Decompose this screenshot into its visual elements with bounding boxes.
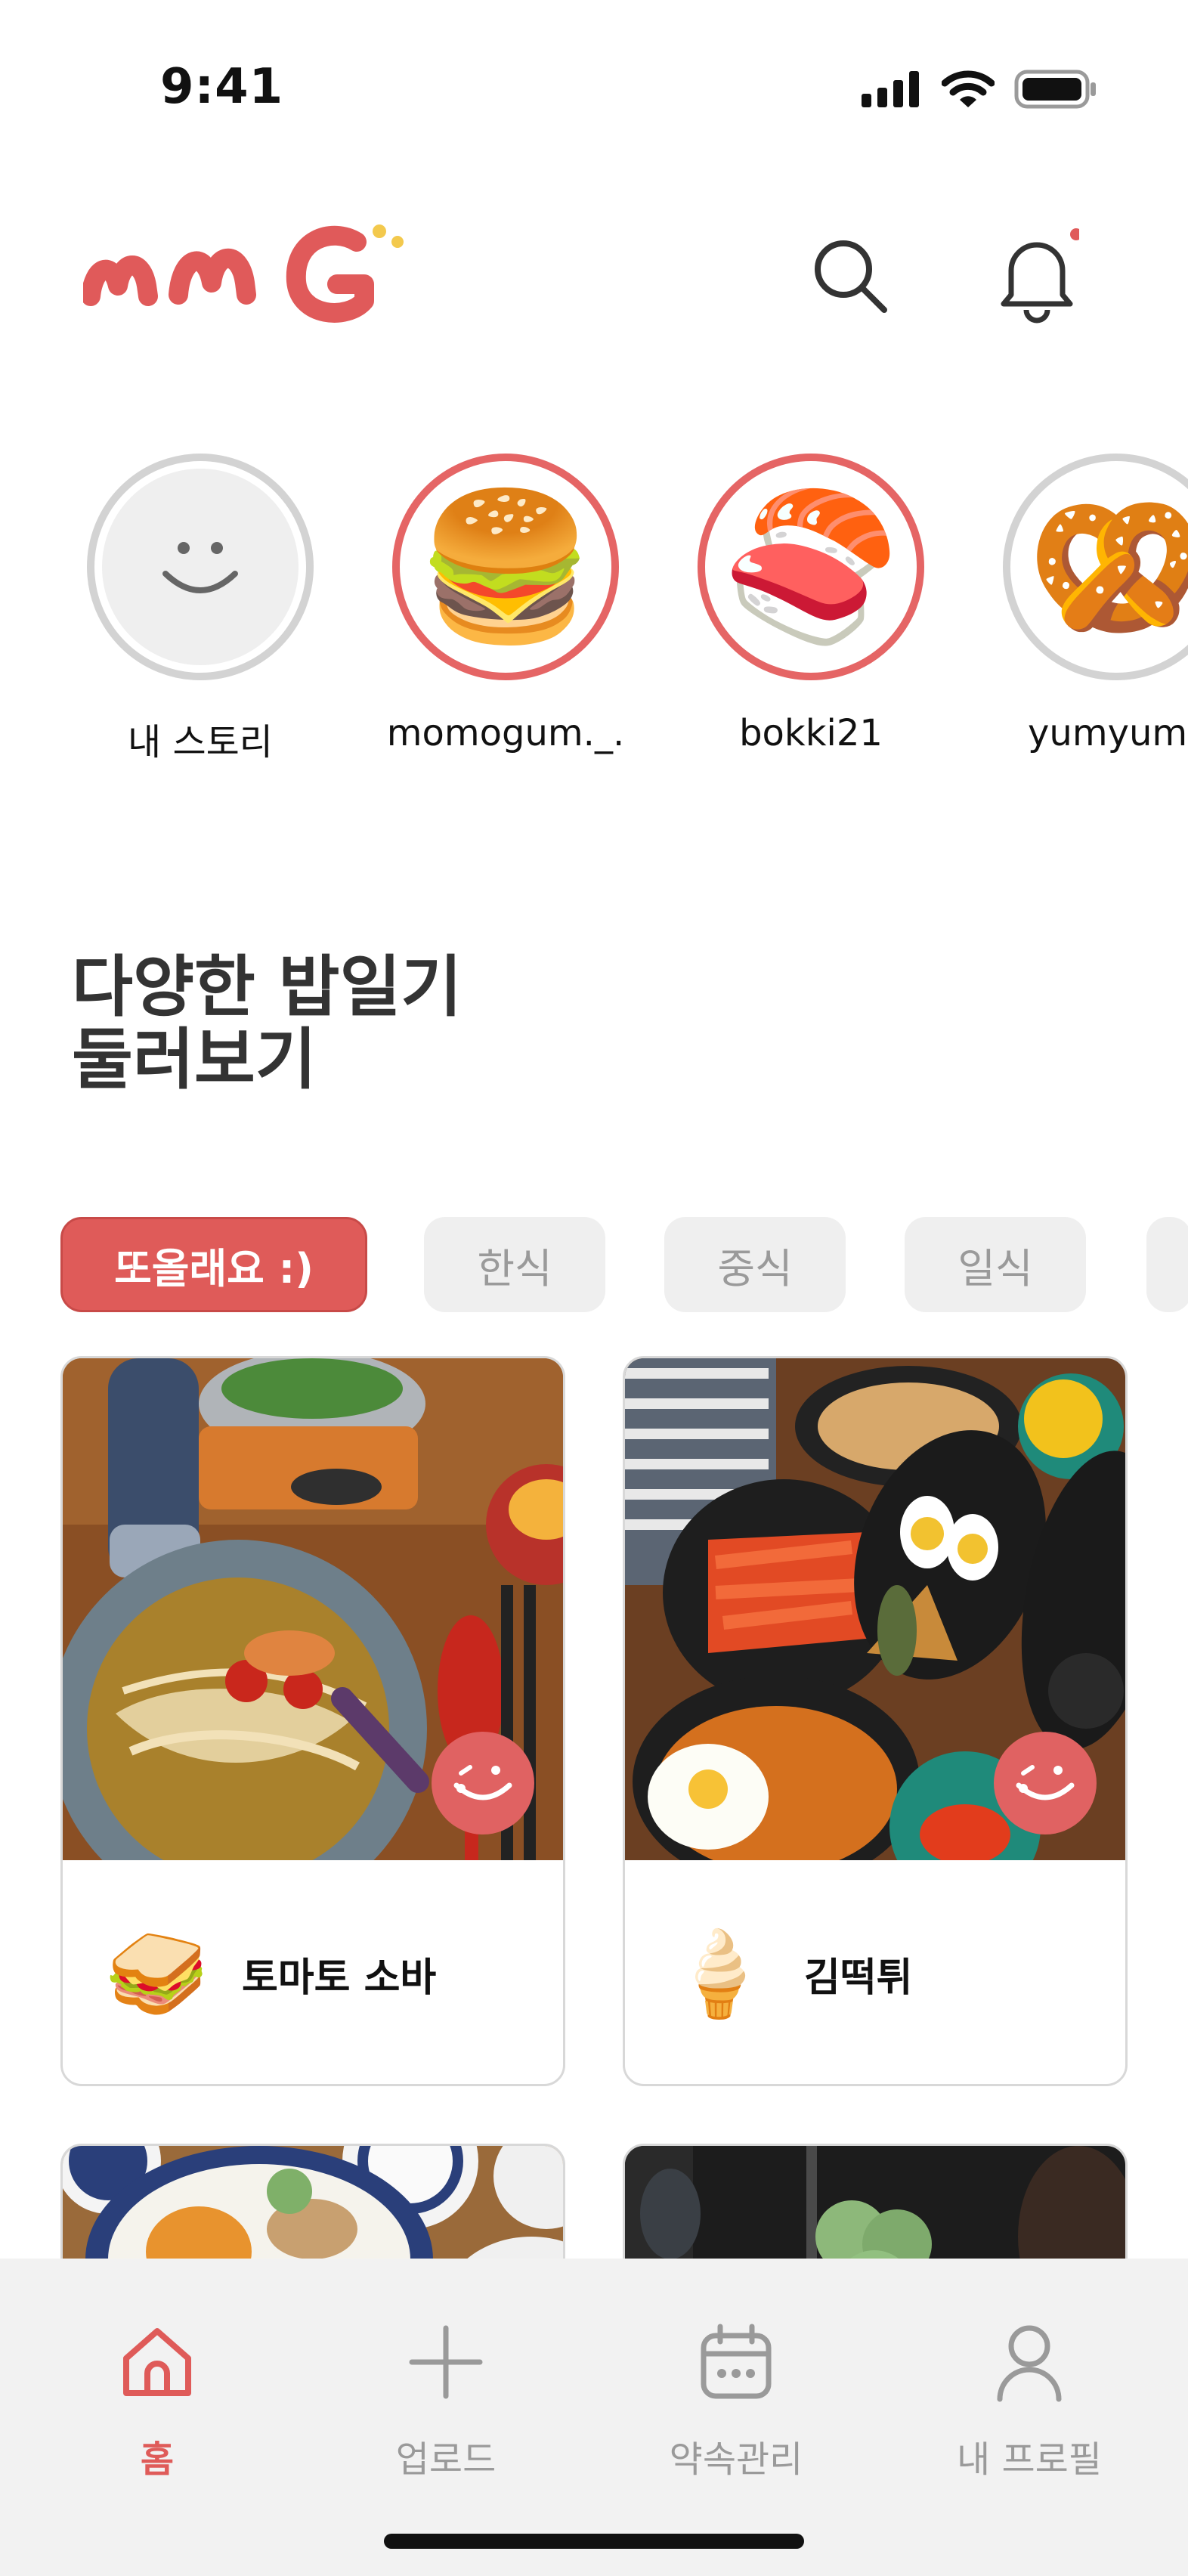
ice-cream-icon: 🍦	[667, 1925, 771, 2022]
story-avatar: 🥨	[1018, 469, 1188, 665]
story-item-my-story[interactable]: 내 스토리	[76, 454, 325, 765]
tab-label: 약속관리	[669, 2438, 803, 2481]
story-avatar: 🍣	[713, 469, 909, 665]
tab-profile[interactable]: 내 프로필	[923, 2321, 1135, 2482]
battery-icon	[1014, 70, 1096, 109]
tab-label: 홈	[140, 2438, 175, 2481]
story-item-bokki21[interactable]: 🍣 bokki21	[686, 454, 936, 754]
section-title: 다양한 밥일기 둘러보기	[72, 948, 463, 1098]
home-indicator	[384, 2534, 804, 2549]
tab-label: 업로드	[395, 2438, 497, 2481]
revisit-badge[interactable]	[432, 1732, 534, 1834]
post-caption: 🥪 토마토 소바	[63, 1860, 563, 2084]
story-name: 내 스토리	[128, 721, 273, 763]
notification-button[interactable]	[996, 227, 1082, 328]
story-name: bokki21	[739, 712, 883, 754]
post-photo	[625, 1358, 1125, 1860]
search-icon	[815, 240, 887, 313]
home-icon	[123, 2328, 191, 2396]
wifi-icon	[942, 70, 995, 107]
tab-label: 내 프로필	[957, 2438, 1102, 2481]
pretzel-icon: 🥨	[1026, 483, 1188, 650]
story-ring: 🥨	[1003, 454, 1188, 680]
calendar-icon	[701, 2324, 772, 2399]
post-card[interactable]: 🥪 토마토 소바	[60, 1356, 565, 2086]
chip-korean[interactable]: 한식	[424, 1217, 605, 1312]
filter-chips: 또올래요 :) 한식 중식 일식	[60, 1217, 1188, 1312]
sushi-icon: 🍣	[721, 483, 901, 650]
status-icons	[862, 70, 1097, 109]
story-name: momogum._.	[386, 712, 625, 754]
smile-face-icon	[162, 542, 238, 593]
signal-icon	[862, 71, 919, 107]
story-ring: 🍣	[698, 454, 924, 680]
chip-chinese[interactable]: 중식	[664, 1217, 846, 1312]
chip-revisit[interactable]: 또올래요 :)	[60, 1217, 367, 1312]
tab-appointments[interactable]: 약속관리	[630, 2321, 842, 2482]
story-ring	[87, 454, 314, 680]
story-ring: 🍔	[392, 454, 619, 680]
bell-icon	[1001, 228, 1082, 324]
post-caption: 🍦 김떡튀	[625, 1860, 1125, 2084]
revisit-badge[interactable]	[994, 1732, 1097, 1834]
post-photo	[63, 1358, 563, 1860]
wink-face-icon	[1016, 1765, 1075, 1800]
tab-upload[interactable]: 업로드	[340, 2321, 552, 2482]
plus-icon	[409, 2325, 483, 2399]
chip-japanese[interactable]: 일식	[905, 1217, 1086, 1312]
app-logo[interactable]	[81, 212, 416, 343]
story-name: yumyum2	[1028, 712, 1188, 754]
notification-dot	[1070, 228, 1082, 240]
wink-face-icon	[453, 1765, 512, 1800]
status-time: 9:41	[160, 59, 284, 115]
search-button[interactable]	[809, 234, 892, 320]
post-title: 토마토 소바	[241, 1955, 437, 2001]
story-item-yumyum2[interactable]: 🥨 yumyum2	[992, 454, 1188, 754]
burger-icon: 🍔	[416, 483, 596, 650]
person-icon	[997, 2325, 1062, 2402]
mmg-logo-icon	[81, 224, 404, 323]
story-item-momogum[interactable]: 🍔 momogum._.	[381, 454, 630, 754]
tab-home[interactable]: 홈	[51, 2321, 263, 2482]
post-title: 김떡튀	[803, 1955, 913, 2001]
chip-more[interactable]	[1146, 1217, 1188, 1312]
post-card[interactable]: 🍦 김떡튀	[623, 1356, 1128, 2086]
story-avatar: 🍔	[407, 469, 604, 665]
story-avatar	[102, 469, 299, 665]
sandwich-icon: 🥪	[105, 1925, 209, 2022]
